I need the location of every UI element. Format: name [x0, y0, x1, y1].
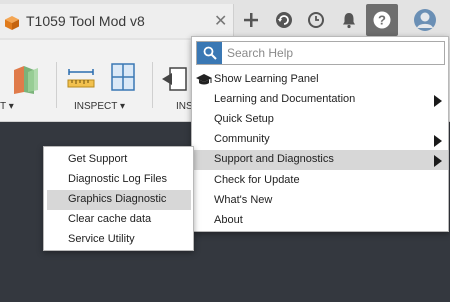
document-tab-title: T1059 Tool Mod v8 [26, 13, 145, 29]
help-search-box [196, 41, 445, 65]
menu-item-about[interactable]: About [192, 211, 448, 231]
menu-item-community[interactable]: Community [192, 130, 448, 150]
menu-item-label: What's New [214, 194, 273, 206]
menu-item-show-learning-panel[interactable]: Show Learning Panel [192, 70, 448, 90]
menu-item-learning-and-documentation[interactable]: Learning and Documentation [192, 90, 448, 110]
menu-item-label: Learning and Documentation [214, 93, 356, 105]
submenu-item-label: Service Utility [68, 233, 135, 245]
measure-ruler-icon[interactable] [66, 64, 96, 94]
document-tab[interactable]: T1059 Tool Mod v8 ✕ [0, 4, 234, 38]
menu-item-label: Quick Setup [214, 113, 274, 125]
toolbar-divider [56, 62, 57, 108]
assemble-tool-icon[interactable] [8, 62, 44, 98]
submenu-arrow-icon [434, 95, 442, 107]
help-menu: Show Learning Panel Learning and Documen… [191, 36, 449, 232]
menu-item-whats-new[interactable]: What's New [192, 191, 448, 211]
graduation-cap-icon [196, 74, 212, 85]
menu-item-label: Community [214, 133, 270, 145]
menu-item-label: Show Learning Panel [214, 73, 319, 85]
clock-icon[interactable] [300, 4, 332, 36]
close-tab-icon[interactable]: ✕ [214, 11, 227, 31]
cube-icon [5, 16, 19, 30]
toolbar-divider [152, 62, 153, 108]
search-icon[interactable] [197, 42, 222, 64]
section-analysis-icon[interactable] [108, 60, 138, 96]
support-diagnostics-submenu: Get Support Diagnostic Log Files Graphic… [43, 146, 194, 251]
submenu-item-graphics-diagnostic[interactable]: Graphics Diagnostic [47, 190, 191, 210]
submenu-arrow-icon [434, 135, 442, 147]
insert-tool-icon[interactable] [160, 64, 190, 94]
menu-item-support-and-diagnostics[interactable]: Support and Diagnostics [192, 150, 448, 170]
submenu-item-get-support[interactable]: Get Support [47, 150, 191, 170]
svg-text:?: ? [378, 13, 386, 28]
inspect-group-label[interactable]: INSPECT ▾ [74, 101, 125, 112]
submenu-item-label: Diagnostic Log Files [68, 173, 168, 185]
help-search-input[interactable] [227, 44, 439, 62]
add-tab-icon[interactable] [235, 4, 267, 36]
menu-item-label: Support and Diagnostics [214, 153, 334, 165]
submenu-item-label: Get Support [68, 153, 128, 165]
menu-item-quick-setup[interactable]: Quick Setup [192, 110, 448, 130]
toolbar-group-left-label[interactable]: T ▾ [0, 101, 14, 112]
submenu-item-clear-cache-data[interactable]: Clear cache data [47, 210, 191, 230]
help-icon[interactable]: ? [366, 4, 398, 36]
menu-item-check-for-update[interactable]: Check for Update [192, 171, 448, 191]
menu-item-label: Check for Update [214, 174, 300, 186]
submenu-arrow-icon [434, 155, 442, 167]
menu-item-label: About [214, 214, 243, 226]
user-avatar-icon[interactable] [408, 4, 442, 36]
history-icon[interactable] [268, 4, 300, 36]
title-bar: T1059 Tool Mod v8 ✕ ? [0, 0, 450, 40]
notification-bell-icon[interactable] [333, 4, 365, 36]
submenu-item-label: Graphics Diagnostic [68, 193, 167, 205]
submenu-item-service-utility[interactable]: Service Utility [47, 230, 191, 250]
submenu-item-label: Clear cache data [68, 213, 152, 225]
submenu-item-diagnostic-log-files[interactable]: Diagnostic Log Files [47, 170, 191, 190]
